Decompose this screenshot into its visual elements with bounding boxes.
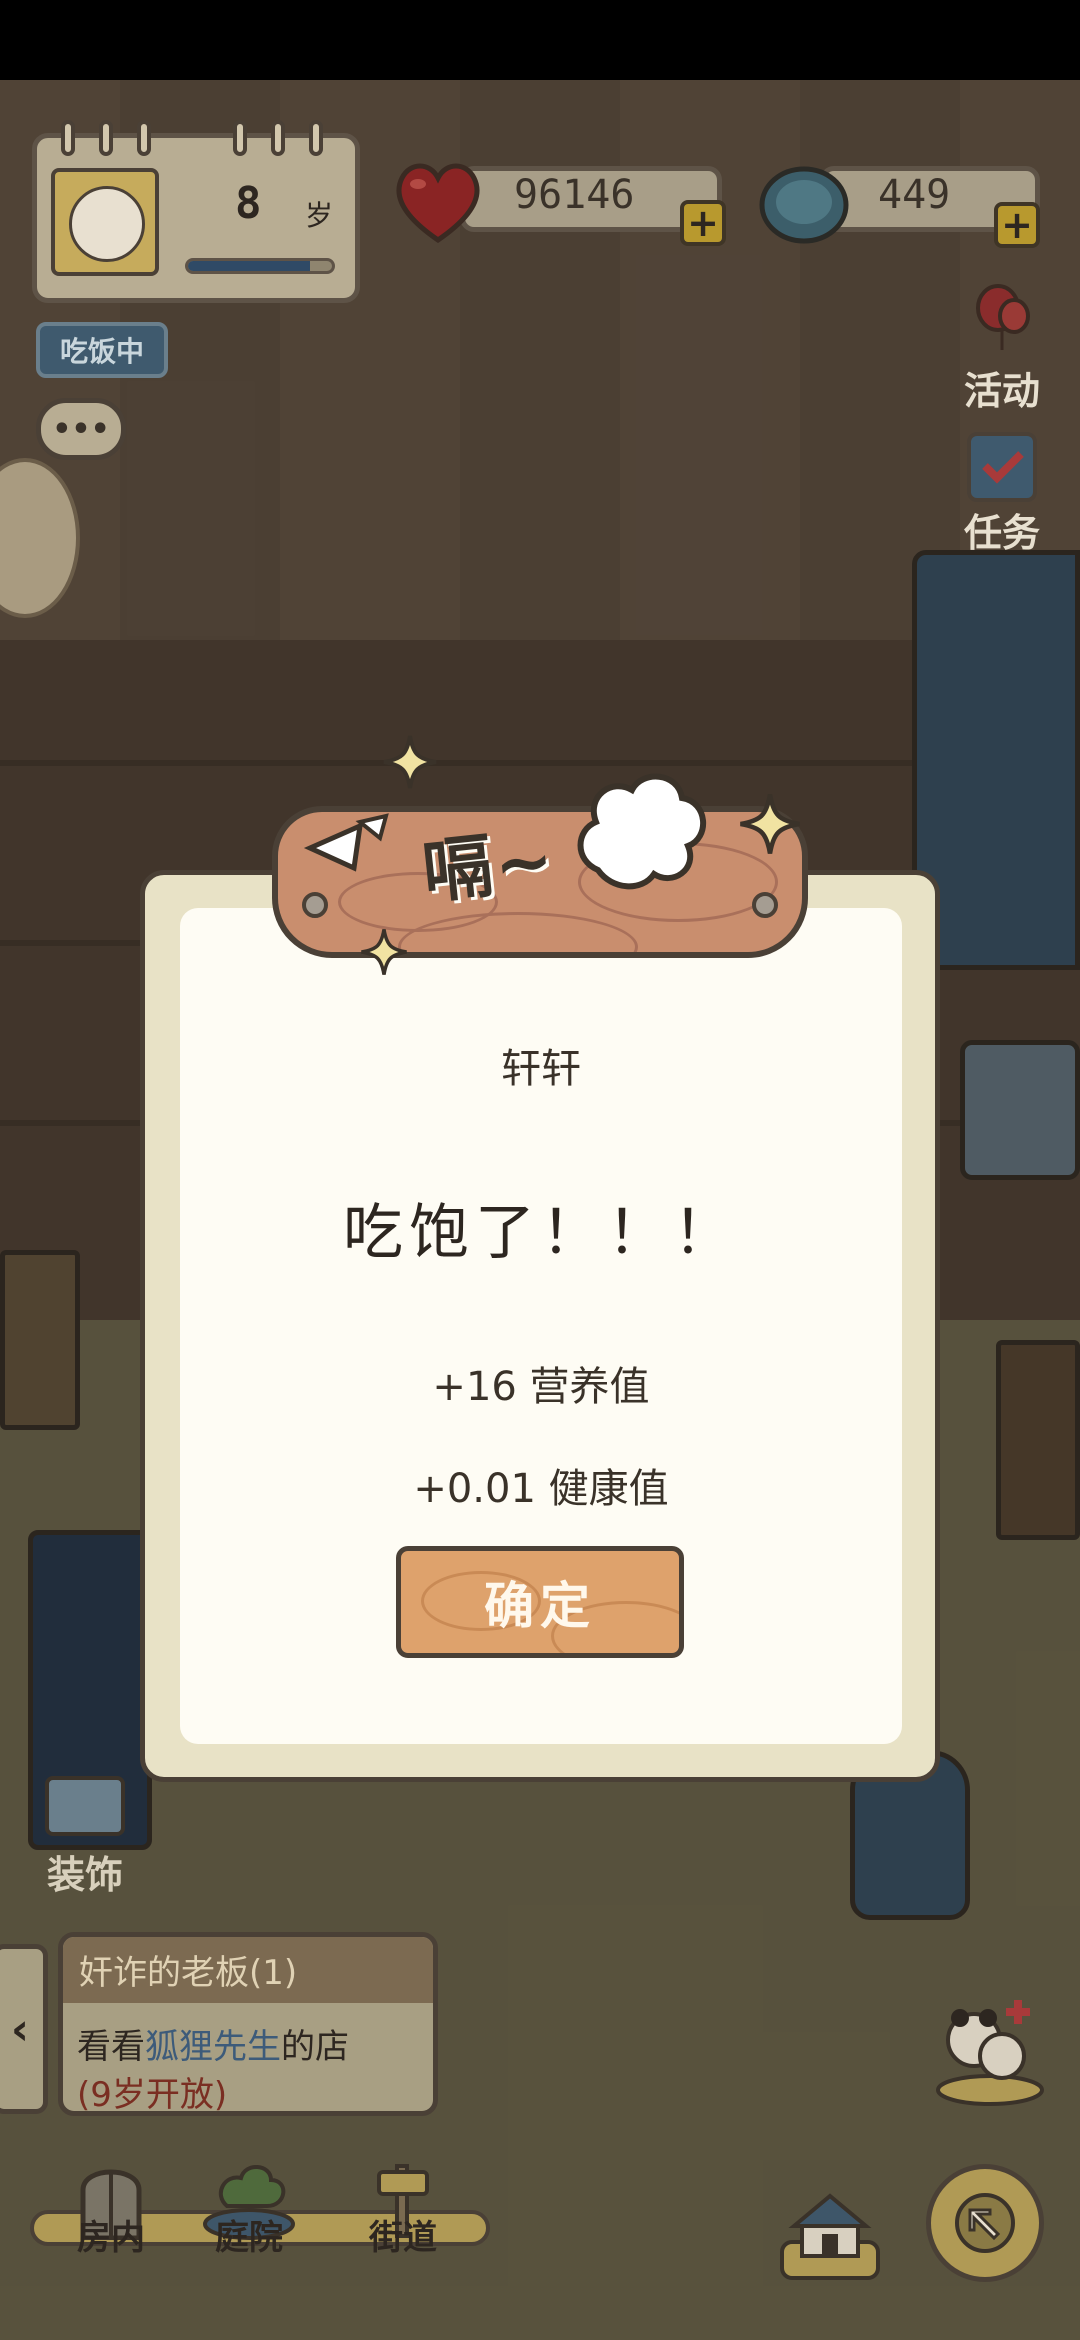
- coins-value: 449: [878, 172, 951, 218]
- ring: [61, 120, 75, 156]
- decorate-label: 装饰: [46, 1853, 123, 1897]
- tasks-button[interactable]: 任务: [952, 432, 1052, 557]
- nav-room[interactable]: 房内: [46, 2150, 176, 2259]
- palette-board-icon: [45, 1776, 125, 1836]
- age-progress-bar: [185, 258, 335, 274]
- age-progress-fill: [188, 261, 311, 271]
- nail-icon: [302, 892, 328, 918]
- chat-bubble-button[interactable]: •••: [36, 398, 126, 460]
- nav-yard[interactable]: 庭院: [184, 2150, 314, 2259]
- quest-collapse-button[interactable]: ‹: [0, 1944, 48, 2114]
- check-mark: [982, 451, 1024, 484]
- pet-name: 轩轩: [501, 1046, 581, 1092]
- sparkle-icon: [740, 794, 800, 854]
- ring: [309, 120, 323, 156]
- quest-unlock-note: (9岁开放): [77, 2075, 228, 2115]
- pet-profile-card[interactable]: 8 岁: [32, 120, 360, 303]
- ring: [233, 120, 247, 156]
- binder-rings: [61, 120, 151, 156]
- quest-text: 的店: [281, 2027, 349, 2067]
- pet-age: 8: [235, 178, 262, 229]
- burp-cloud-icon: [577, 773, 706, 890]
- balloon-icon: [976, 284, 1030, 350]
- reward-nutrition: +16 营养值: [432, 1364, 650, 1410]
- back-button[interactable]: [926, 2164, 1044, 2282]
- back-arrow-icon: [955, 2193, 1015, 2253]
- tasks-label: 任务: [963, 511, 1040, 555]
- status-bar: [0, 0, 1080, 80]
- hearts-value: 96146: [514, 172, 635, 218]
- panda-friends-button[interactable]: [930, 1980, 1050, 2110]
- activity-button[interactable]: 活动: [952, 282, 1052, 415]
- panda-icon: [936, 2000, 1044, 2106]
- heart-icon: [396, 163, 480, 244]
- add-coins-button[interactable]: +: [994, 202, 1040, 248]
- pet-face-icon: [69, 186, 145, 262]
- reward-health: +0.01 健康值: [413, 1466, 669, 1512]
- sparkle-icon: [361, 929, 407, 975]
- checklist-icon: [967, 432, 1037, 502]
- home-button[interactable]: [772, 2186, 888, 2284]
- bottlecap-coin-icon: [759, 166, 849, 244]
- add-hearts-button[interactable]: +: [680, 200, 726, 246]
- ring: [99, 120, 113, 156]
- result-message: 吃饱了！！！: [343, 1198, 739, 1268]
- house-icon: [780, 2193, 880, 2280]
- decorate-button[interactable]: 装饰: [30, 1776, 140, 1899]
- ring: [137, 120, 151, 156]
- quest-description: 看看狐狸先生的店: [77, 2019, 349, 2068]
- nav-street-label: 街道: [369, 2218, 437, 2258]
- pet-state-badge: 吃饭中: [36, 322, 168, 378]
- quest-text: 看看: [77, 2027, 145, 2067]
- quest-card[interactable]: 奸诈的老板(1) 看看狐狸先生的店 (9岁开放): [58, 1932, 438, 2116]
- confirm-label: 确定: [484, 1577, 596, 1635]
- sparkle-icon: [383, 735, 437, 789]
- nail-icon: [752, 892, 778, 918]
- confirm-button[interactable]: 确定: [396, 1546, 684, 1658]
- nav-room-label: 房内: [77, 2218, 145, 2258]
- binder-rings: [233, 120, 323, 156]
- quest-highlight: 狐狸先生: [145, 2027, 281, 2067]
- activity-label: 活动: [963, 369, 1040, 413]
- pet-avatar: [51, 168, 159, 276]
- ring: [271, 120, 285, 156]
- nav-yard-label: 庭院: [215, 2218, 283, 2258]
- age-unit: 岁: [305, 199, 334, 232]
- dialog-banner-title: 嗝~: [418, 818, 560, 914]
- nav-street[interactable]: 街道: [338, 2150, 468, 2259]
- quest-title: 奸诈的老板(1): [79, 1953, 298, 1993]
- burst-lines-icon: [303, 813, 389, 872]
